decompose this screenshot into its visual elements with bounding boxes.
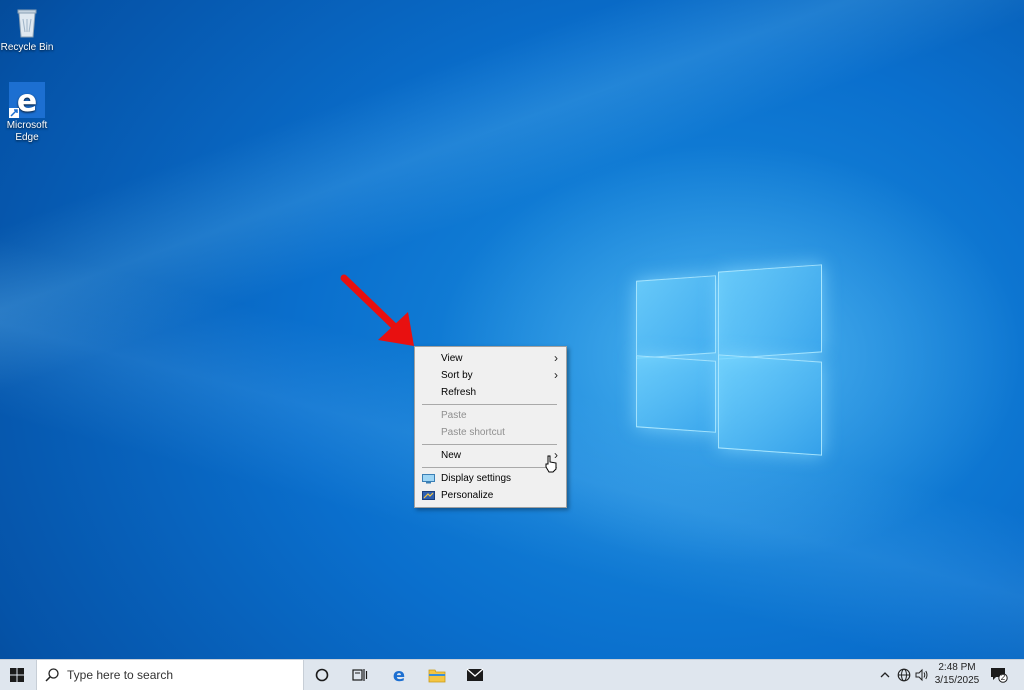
menu-item-label: View [441, 353, 463, 364]
cortana-icon [315, 668, 329, 682]
menu-separator [422, 404, 557, 405]
globe-network-icon [897, 668, 911, 682]
menu-item-sort-by[interactable]: Sort by › [415, 367, 566, 384]
mail-button[interactable] [459, 660, 491, 690]
menu-separator [422, 467, 557, 468]
edge-label-line1: Microsoft [6, 120, 48, 131]
menu-item-label: New [441, 450, 462, 461]
cortana-button[interactable] [306, 660, 338, 690]
svg-text:e: e [17, 84, 37, 118]
task-view-icon [352, 669, 368, 681]
clock-date: 3/15/2025 [934, 675, 980, 686]
menu-item-label: Paste [441, 410, 467, 421]
edge-icon: e [393, 666, 405, 684]
menu-item-label: Personalize [441, 490, 494, 501]
desktop-background[interactable]: Recycle Bin e Microsoft Edge View › Sort… [0, 0, 1024, 659]
menu-item-personalize[interactable]: Personalize [415, 487, 566, 504]
menu-item-label: Sort by [441, 370, 473, 381]
recycle-bin-icon [9, 4, 45, 40]
mail-icon [466, 668, 484, 681]
desktop-context-menu: View › Sort by › Refresh Paste Paste sho… [414, 346, 567, 508]
show-hidden-icons-button[interactable] [876, 660, 894, 690]
action-center-button[interactable]: 2 [986, 660, 1012, 690]
network-button[interactable] [895, 660, 913, 690]
desktop-icon-recycle-bin[interactable]: Recycle Bin [0, 4, 54, 54]
red-arrow-icon [340, 274, 414, 346]
search-icon [45, 668, 59, 682]
clock-time: 2:48 PM [938, 662, 976, 673]
menu-item-paste-shortcut[interactable]: Paste shortcut [415, 424, 566, 441]
display-icon [422, 473, 435, 484]
menu-item-paste[interactable]: Paste [415, 407, 566, 424]
desktop-icon-microsoft-edge[interactable]: e Microsoft Edge [0, 82, 54, 144]
menu-item-view[interactable]: View › [415, 350, 566, 367]
light-beam-lower [0, 0, 1024, 659]
edge-label-line2: Edge [15, 132, 39, 143]
file-explorer-button[interactable] [421, 660, 453, 690]
menu-separator [422, 444, 557, 445]
recycle-bin-label: Recycle Bin [0, 42, 54, 53]
search-placeholder: Type here to search [67, 668, 174, 682]
taskbar-edge-button[interactable]: e [383, 660, 415, 690]
chevron-right-icon: › [554, 351, 558, 365]
volume-button[interactable] [913, 660, 931, 690]
start-button[interactable] [0, 660, 34, 690]
menu-item-label: Paste shortcut [441, 427, 505, 438]
taskbar-clock[interactable]: 2:48 PM 3/15/2025 [932, 661, 982, 687]
task-view-button[interactable] [344, 660, 376, 690]
menu-item-label: Display settings [441, 473, 512, 484]
speaker-icon [915, 668, 928, 682]
windows-start-icon [10, 668, 24, 682]
taskbar-search-box[interactable]: Type here to search [36, 660, 304, 690]
windows-logo-wallpaper [636, 262, 822, 456]
chevron-up-icon [880, 672, 890, 678]
notification-count-badge: 2 [1000, 673, 1006, 682]
chevron-right-icon: › [554, 368, 558, 382]
file-explorer-icon [428, 669, 446, 683]
light-beam-upper [0, 0, 1024, 659]
taskbar: Type here to search e 2:48 PM 3/15/2025 … [0, 659, 1024, 690]
menu-item-refresh[interactable]: Refresh [415, 384, 566, 401]
mouse-cursor-icon [545, 455, 557, 473]
svg-text:e: e [393, 666, 405, 684]
personalize-icon [422, 490, 435, 500]
menu-item-label: Refresh [441, 387, 477, 398]
edge-icon: e [9, 82, 45, 119]
